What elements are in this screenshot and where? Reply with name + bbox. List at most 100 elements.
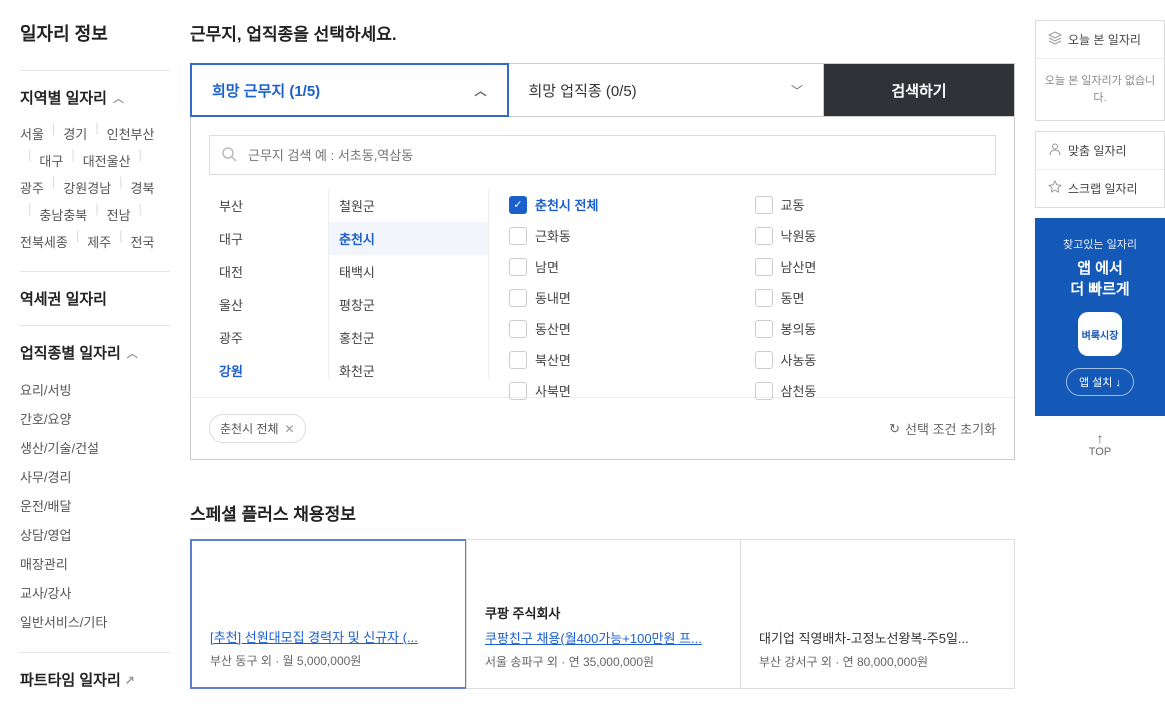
city-item[interactable]: 철원군 bbox=[329, 189, 488, 222]
checkbox-icon bbox=[509, 258, 527, 276]
promo-big: 앱 에서 더 빠르게 bbox=[1043, 258, 1157, 300]
region-link[interactable]: 서울 bbox=[20, 120, 44, 147]
city-item[interactable]: 춘천시 bbox=[329, 222, 488, 255]
region-link[interactable]: 경남 bbox=[87, 174, 111, 201]
workplace-search-input[interactable] bbox=[209, 135, 996, 175]
job-card[interactable]: 쿠팡 주식회사쿠팡친구 채용(월400가능+100만원 프...서울 송파구 외… bbox=[466, 539, 741, 689]
region-link[interactable]: 경기 bbox=[63, 120, 87, 147]
tag-remove-icon[interactable]: ✕ bbox=[285, 422, 295, 436]
jobtype-link[interactable]: 사무/경리 bbox=[20, 462, 170, 491]
external-link-icon: ↗ bbox=[125, 673, 135, 687]
jobtype-link[interactable]: 상담/영업 bbox=[20, 520, 170, 549]
checkbox-icon bbox=[755, 196, 773, 214]
card-meta: 부산 강서구 외 · 연 80,000,000원 bbox=[759, 653, 996, 670]
region-grid: 서울|경기|인천부산|대구|대전울산|광주|강원경남|경북|충남충북|전남|전북… bbox=[20, 120, 170, 255]
tab-jobtype-label: 희망 업직종 (0/5) bbox=[529, 80, 637, 101]
district-checkbox[interactable]: ✓춘천시 전체 bbox=[505, 189, 751, 220]
rail-custom[interactable]: 맞춤 일자리 bbox=[1036, 132, 1164, 169]
tab-jobtype[interactable]: 희망 업직종 (0/5) ﹀ bbox=[509, 64, 825, 116]
district-checkbox[interactable]: 동내면 bbox=[505, 282, 751, 313]
station-section: 역세권 일자리 bbox=[20, 271, 170, 325]
separator: | bbox=[119, 228, 122, 255]
district-checkbox[interactable]: 낙원동 bbox=[751, 220, 997, 251]
region-link[interactable]: 울산 bbox=[107, 147, 131, 174]
parttime-link[interactable]: 파트타임 일자리 ↗ bbox=[20, 669, 170, 690]
jobtype-link[interactable]: 요리/서빙 bbox=[20, 375, 170, 404]
station-link[interactable]: 역세권 일자리 bbox=[20, 288, 170, 309]
district-checkbox[interactable]: 남면 bbox=[505, 251, 751, 282]
district-checkbox[interactable]: 사북면 bbox=[505, 375, 751, 406]
region-link[interactable]: 전국 bbox=[131, 228, 155, 255]
district-checkbox[interactable]: 삼천동 bbox=[751, 375, 997, 406]
jobtype-section: 업직종별 일자리 ︿ 요리/서빙간호/요양생산/기술/건설사무/경리운전/배달상… bbox=[20, 325, 170, 652]
region-link[interactable]: 경북 bbox=[131, 174, 155, 201]
region-link[interactable]: 세종 bbox=[44, 228, 68, 255]
region-link[interactable]: 광주 bbox=[20, 174, 44, 201]
checkbox-icon bbox=[755, 351, 773, 369]
region-header[interactable]: 지역별 일자리 ︿ bbox=[20, 87, 170, 108]
checkbox-icon: ✓ bbox=[509, 196, 527, 214]
district-checkbox[interactable]: 봉의동 bbox=[751, 313, 997, 344]
rail-today[interactable]: 오늘 본 일자리 bbox=[1036, 21, 1164, 58]
region-link[interactable]: 인천 bbox=[107, 120, 131, 147]
region-link[interactable]: 대구 bbox=[39, 147, 63, 174]
district-checkbox[interactable]: 동면 bbox=[751, 282, 997, 313]
job-card[interactable]: [추천] 선원대모집 경력자 및 신규자 (...부산 동구 외 · 월 5,0… bbox=[190, 539, 467, 689]
jobtype-link[interactable]: 생산/기술/건설 bbox=[20, 433, 170, 462]
district-label: 남산면 bbox=[781, 257, 817, 276]
region-link[interactable]: 제주 bbox=[87, 228, 111, 255]
tab-workplace[interactable]: 희망 근무지 (1/5) ︿ bbox=[190, 63, 509, 117]
city-item[interactable]: 홍천군 bbox=[329, 321, 488, 354]
province-column[interactable]: 부산대구대전울산광주강원경남 bbox=[209, 189, 329, 379]
job-card[interactable]: 대기업 직영배차-고정노선왕복-주5일...부산 강서구 외 · 연 80,00… bbox=[740, 539, 1015, 689]
checkbox-icon bbox=[755, 227, 773, 245]
checkbox-icon bbox=[509, 382, 527, 400]
district-checkbox[interactable]: 사농동 bbox=[751, 344, 997, 375]
region-link[interactable]: 대전 bbox=[83, 147, 107, 174]
checkbox-icon bbox=[755, 289, 773, 307]
province-item[interactable]: 부산 bbox=[209, 189, 328, 222]
region-link[interactable]: 충북 bbox=[63, 201, 87, 228]
jobtype-link[interactable]: 교사/강사 bbox=[20, 578, 170, 607]
promo-small: 찾고있는 일자리 bbox=[1043, 236, 1157, 252]
region-header-label: 지역별 일자리 bbox=[20, 87, 107, 108]
city-item[interactable]: 태백시 bbox=[329, 255, 488, 288]
reset-button[interactable]: ↻ 선택 조건 초기화 bbox=[889, 419, 996, 438]
region-link[interactable]: 전북 bbox=[20, 228, 44, 255]
province-item[interactable]: 광주 bbox=[209, 321, 328, 354]
district-checkbox[interactable]: 북산면 bbox=[505, 344, 751, 375]
region-link[interactable]: 충남 bbox=[39, 201, 63, 228]
app-install-button[interactable]: 앱 설치 ↓ bbox=[1066, 368, 1134, 396]
rail-links-box: 맞춤 일자리 스크랩 일자리 bbox=[1035, 131, 1165, 208]
selected-tag-label: 춘천시 전체 bbox=[220, 420, 279, 437]
province-item[interactable]: 울산 bbox=[209, 288, 328, 321]
region-link[interactable]: 전남 bbox=[107, 201, 131, 228]
province-item[interactable]: 대전 bbox=[209, 255, 328, 288]
jobtype-link[interactable]: 매장관리 bbox=[20, 549, 170, 578]
right-rail: 오늘 본 일자리 오늘 본 일자리가 없습니다. 맞춤 일자리 스크랩 일자리 … bbox=[1035, 20, 1165, 706]
district-column[interactable]: ✓춘천시 전체교동근화동낙원동남면남산면동내면동면동산면봉의동북산면사농동사북면… bbox=[489, 189, 996, 379]
district-checkbox[interactable]: 근화동 bbox=[505, 220, 751, 251]
jobtype-link[interactable]: 간호/요양 bbox=[20, 404, 170, 433]
jobtype-header[interactable]: 업직종별 일자리 ︿ bbox=[20, 342, 170, 363]
district-checkbox[interactable]: 교동 bbox=[751, 189, 997, 220]
search-button[interactable]: 검색하기 bbox=[824, 64, 1014, 116]
rail-scrap[interactable]: 스크랩 일자리 bbox=[1036, 169, 1164, 207]
city-item[interactable]: 화천군 bbox=[329, 354, 488, 379]
jobtype-link[interactable]: 일반서비스/기타 bbox=[20, 607, 170, 636]
province-item[interactable]: 강원 bbox=[209, 354, 328, 379]
region-link[interactable]: 부산 bbox=[131, 120, 155, 147]
jobtype-link[interactable]: 운전/배달 bbox=[20, 491, 170, 520]
region-link[interactable]: 강원 bbox=[63, 174, 87, 201]
scroll-top-button[interactable]: ↑ TOP bbox=[1035, 430, 1165, 458]
promo-big-1: 앱 에서 bbox=[1077, 260, 1123, 277]
separator: | bbox=[28, 147, 31, 174]
city-column[interactable]: 철원군춘천시태백시평창군홍천군화천군횡성군 bbox=[329, 189, 489, 379]
district-label: 남면 bbox=[535, 257, 559, 276]
district-checkbox[interactable]: 동산면 bbox=[505, 313, 751, 344]
city-item[interactable]: 평창군 bbox=[329, 288, 488, 321]
province-item[interactable]: 대구 bbox=[209, 222, 328, 255]
chevron-up-icon: ︿ bbox=[113, 90, 124, 106]
separator: | bbox=[139, 147, 142, 174]
district-checkbox[interactable]: 남산면 bbox=[751, 251, 997, 282]
